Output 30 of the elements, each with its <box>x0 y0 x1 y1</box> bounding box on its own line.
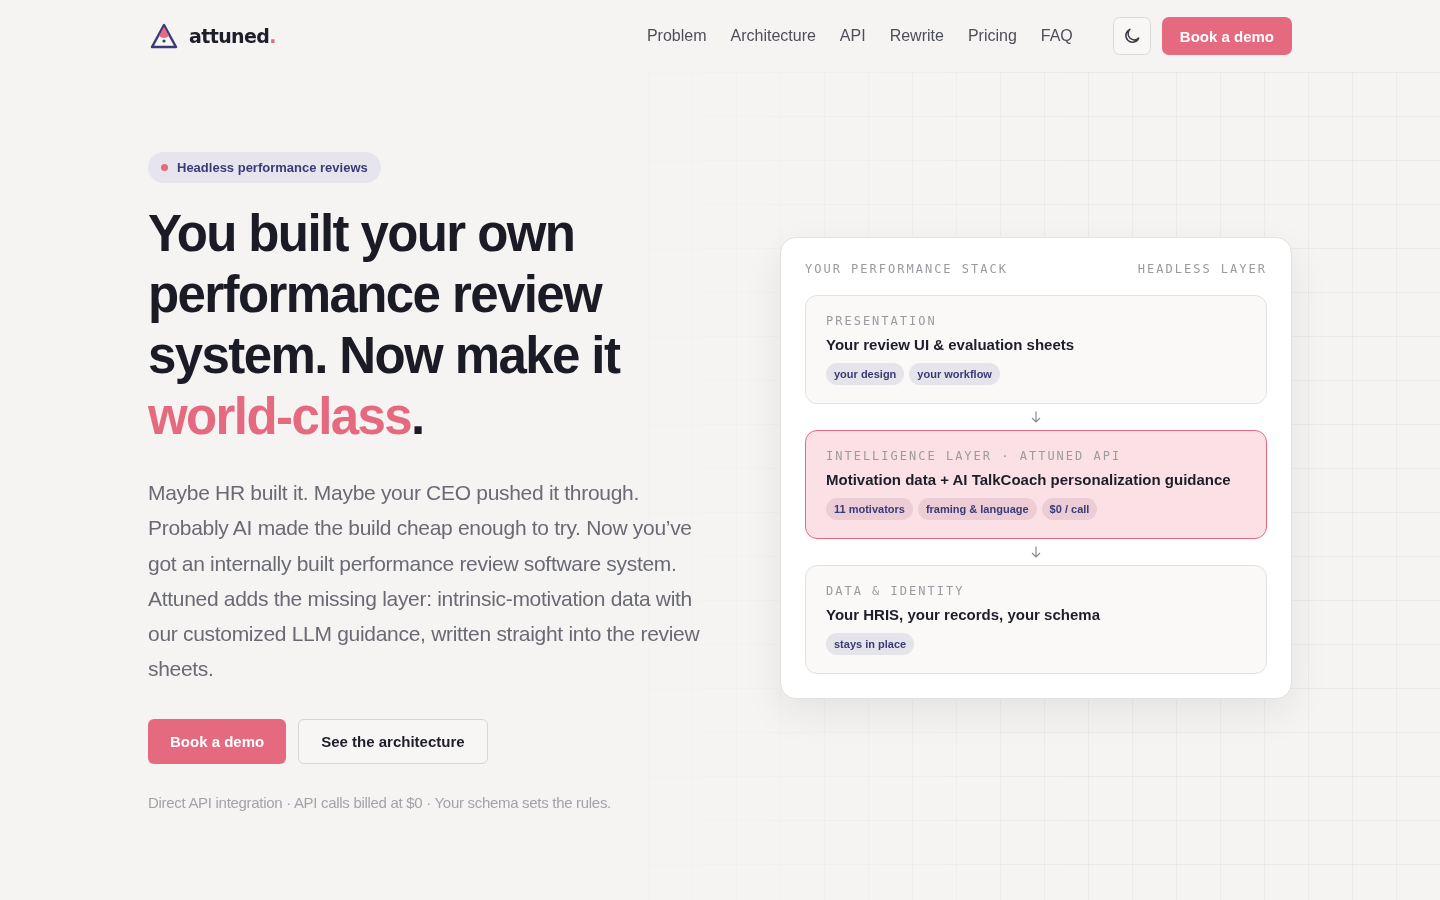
theme-toggle-button[interactable] <box>1112 17 1151 55</box>
layer-title: Your HRIS, your records, your schema <box>826 606 1101 623</box>
nav-link[interactable]: Rewrite <box>889 27 944 45</box>
tag-chip: stays in place <box>826 633 915 655</box>
tag-chip: your workflow <box>909 363 1000 385</box>
logo-icon <box>150 22 178 50</box>
tag-chip: 11 motivators <box>826 498 913 520</box>
nav-link[interactable]: Architecture <box>730 27 816 45</box>
layer-eyebrow: INTELLIGENCE LAYER · ATTUNED API <box>826 449 1123 463</box>
brand-name[interactable]: attuned. <box>189 25 276 47</box>
nav-link[interactable]: Problem <box>646 27 707 45</box>
card-title: YOUR PERFORMANCE STACK <box>805 262 1008 276</box>
card-tag: HEADLESS LAYER <box>1137 262 1267 276</box>
nav-link[interactable]: Pricing <box>967 27 1017 45</box>
down-arrow-icon <box>1031 546 1041 558</box>
layer-eyebrow: DATA & IDENTITY <box>826 584 966 598</box>
badge-label: Headless performance reviews <box>177 160 368 175</box>
intro-paragraph: Maybe HR built it. Maybe your CEO pushed it through. Probably AI made the build cheap enough to try. Now you’ve got an internally built performance review software system. Attuned adds the missing layer: intrinsic-motivation data with our customized LLM guidance, written straight into the review sheets. <box>148 480 701 683</box>
layer-title: Motivation data + AI TalkCoach personalization guidance <box>826 471 1232 488</box>
layer-title: Your review UI & evaluation sheets <box>826 336 1076 353</box>
down-arrow-icon <box>1031 411 1041 423</box>
architecture-button[interactable]: See the architecture <box>298 718 488 764</box>
nav-link[interactable]: API <box>839 27 866 45</box>
nav-link[interactable]: FAQ <box>1040 27 1073 45</box>
tag-chip: your design <box>826 363 905 385</box>
layer-eyebrow: PRESENTATION <box>826 314 938 328</box>
tag-chip: $0 / call <box>1041 498 1098 520</box>
footnote: Direct API integration · API calls billed at $0 · Your schema sets the rules. <box>148 793 612 811</box>
tag-chip: framing & language <box>917 498 1037 520</box>
headline: You built your own performance review system. Now make it world-class. <box>148 204 621 447</box>
